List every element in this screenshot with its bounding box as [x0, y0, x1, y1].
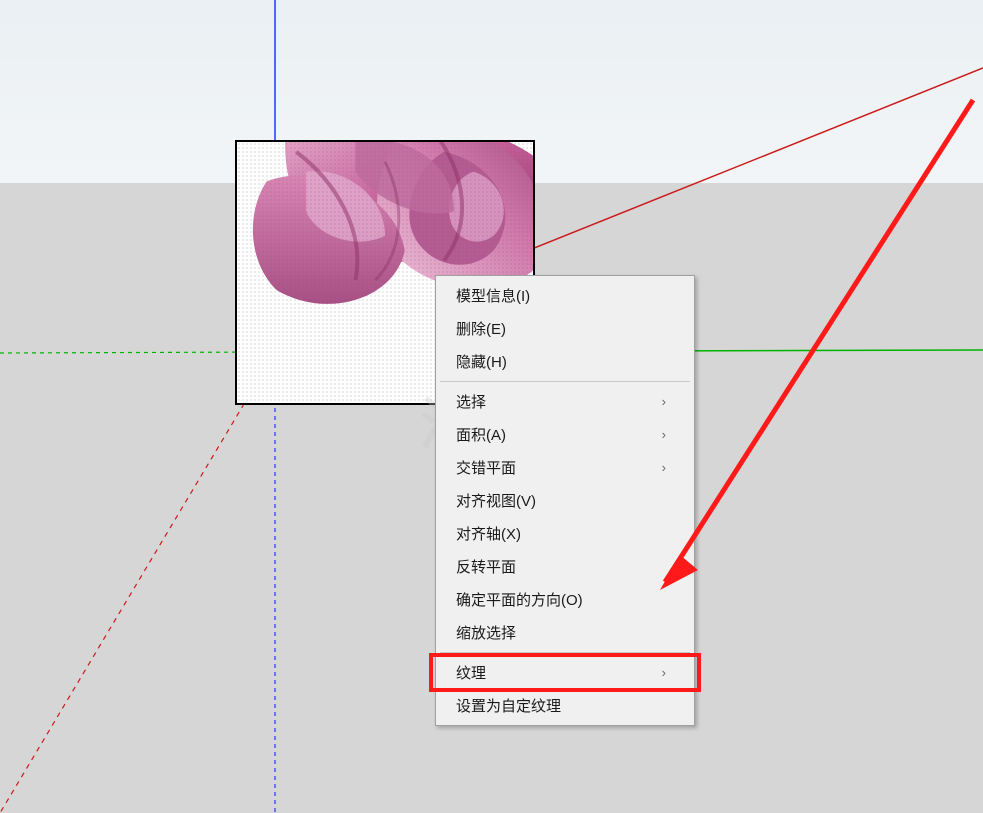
menu-item-10[interactable]: 缩放选择 — [438, 616, 692, 649]
menu-item-label: 隐藏(H) — [456, 351, 507, 372]
submenu-arrow-icon: › — [662, 427, 666, 442]
menu-item-label: 选择 — [456, 391, 486, 412]
menu-item-5[interactable]: 交错平面 › — [438, 451, 692, 484]
menu-item-12[interactable]: 设置为自定纹理 — [438, 689, 692, 722]
context-menu[interactable]: 模型信息(I) 删除(E) 隐藏(H) 选择 › 面积(A) › 交错平面 › 对齐视图(V) 对齐… — [435, 275, 695, 726]
menu-item-label: 交错平面 — [456, 457, 516, 478]
submenu-arrow-icon: › — [662, 665, 666, 680]
menu-item-4[interactable]: 面积(A) › — [438, 418, 692, 451]
submenu-arrow-icon: › — [662, 460, 666, 475]
menu-item-label: 模型信息(I) — [456, 285, 530, 306]
menu-item-label: 设置为自定纹理 — [456, 695, 561, 716]
menu-item-8[interactable]: 反转平面 — [438, 550, 692, 583]
menu-item-label: 反转平面 — [456, 556, 516, 577]
submenu-arrow-icon: › — [662, 394, 666, 409]
menu-item-7[interactable]: 对齐轴(X) — [438, 517, 692, 550]
menu-item-3[interactable]: 选择 › — [438, 385, 692, 418]
menu-separator — [440, 652, 690, 653]
menu-item-6[interactable]: 对齐视图(V) — [438, 484, 692, 517]
menu-item-1[interactable]: 删除(E) — [438, 312, 692, 345]
menu-item-label: 对齐视图(V) — [456, 490, 536, 511]
menu-item-label: 缩放选择 — [456, 622, 516, 643]
menu-item-label: 删除(E) — [456, 318, 506, 339]
menu-separator — [440, 381, 690, 382]
menu-item-11[interactable]: 纹理 › — [438, 656, 692, 689]
menu-item-label: 面积(A) — [456, 424, 506, 445]
menu-item-label: 纹理 — [456, 662, 486, 683]
menu-item-label: 确定平面的方向(O) — [456, 589, 583, 610]
menu-item-2[interactable]: 隐藏(H) — [438, 345, 692, 378]
menu-item-label: 对齐轴(X) — [456, 523, 521, 544]
menu-item-9[interactable]: 确定平面的方向(O) — [438, 583, 692, 616]
menu-item-0[interactable]: 模型信息(I) — [438, 279, 692, 312]
